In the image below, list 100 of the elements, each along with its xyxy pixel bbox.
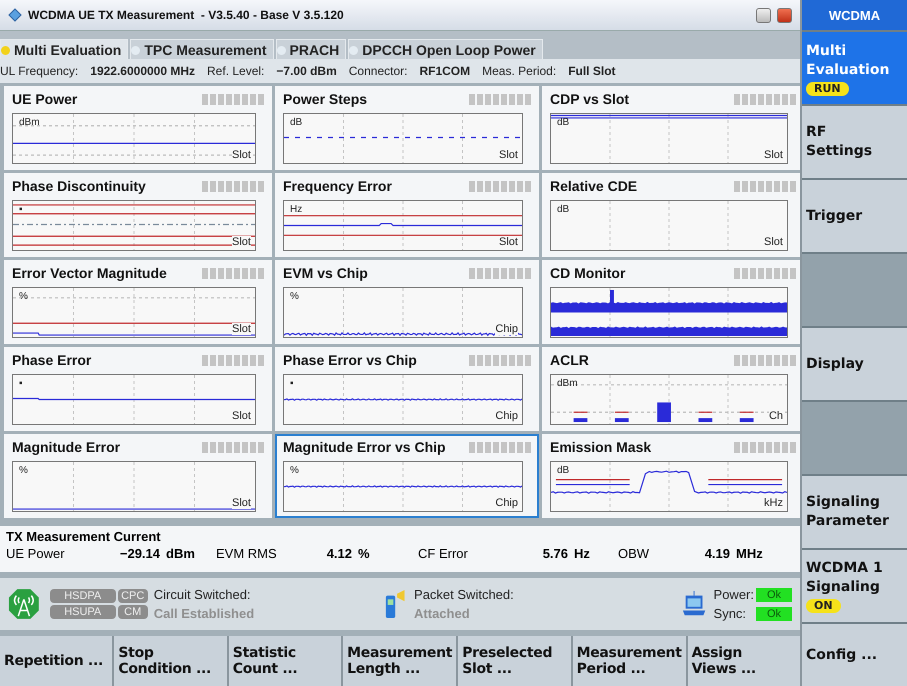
unit-label: dBm xyxy=(19,117,40,128)
info-value: RF1COM xyxy=(419,64,470,78)
packet-label: Packet Switched: xyxy=(414,587,515,602)
antenna-icon xyxy=(8,587,40,621)
info-label: UL Frequency: xyxy=(0,64,78,78)
tab[interactable]: PRACH xyxy=(276,39,346,60)
axis-label: Ch xyxy=(768,410,783,422)
softkey-button[interactable]: Measurement Period ... xyxy=(572,636,686,686)
panel-title: Emission Mask xyxy=(550,439,652,455)
status-blocks-icon xyxy=(469,180,531,192)
info-value: 1922.6000000 MHz xyxy=(90,64,196,78)
panel-title: Magnitude Error xyxy=(12,439,120,455)
status-blocks-icon xyxy=(202,442,264,452)
measurement-panel[interactable]: Phase Error ▪ Slot xyxy=(4,347,272,431)
measurement-panel[interactable]: Power Steps dB Slot xyxy=(275,86,539,170)
menu-key[interactable]: RF Settings xyxy=(802,106,907,178)
status-blocks-icon xyxy=(202,180,264,192)
info-label: Ref. Level: xyxy=(207,64,264,78)
measurement-panel[interactable]: Frequency Error Hz Slot xyxy=(275,173,539,257)
status-blocks-icon xyxy=(734,442,796,452)
axis-label: Slot xyxy=(232,323,251,335)
info-label: Connector: xyxy=(348,64,408,78)
status-blocks-icon xyxy=(469,268,531,278)
packet-state: Attached xyxy=(414,606,471,621)
menu-key[interactable]: WCDMA 1 Signaling ON xyxy=(802,550,907,622)
status-blocks-icon xyxy=(469,354,531,366)
unit-label: dBm xyxy=(557,378,578,389)
panel-title: EVM vs Chip xyxy=(283,265,368,281)
softkey-button[interactable]: Repetition ... xyxy=(0,636,112,686)
measurement-panel[interactable]: Magnitude Error % Slot xyxy=(4,434,272,518)
axis-label: Slot xyxy=(499,236,518,248)
mode-badge: CPC xyxy=(118,589,148,603)
axis-label: Slot xyxy=(232,410,251,422)
result-unit: % xyxy=(358,546,371,561)
result-unit: dBm xyxy=(166,546,196,561)
panel-title: Phase Error vs Chip xyxy=(283,352,417,368)
unit-label: % xyxy=(19,291,28,302)
unit-label: dB xyxy=(557,204,570,215)
unit-label: ▪ xyxy=(19,378,23,389)
axis-label: Slot xyxy=(232,149,251,161)
axis-label: Chip xyxy=(495,497,518,509)
tab[interactable]: DPCCH Open Loop Power xyxy=(348,39,543,60)
menu-key[interactable]: Multi Evaluation RUN xyxy=(802,32,907,104)
panel-title: Error Vector Magnitude xyxy=(12,265,167,281)
panel-title: CD Monitor xyxy=(550,265,626,281)
softkey-button[interactable]: Measurement Length ... xyxy=(343,636,456,686)
status-blocks-icon xyxy=(202,94,264,104)
status-blocks-icon xyxy=(734,94,796,104)
result-value: 5.76 xyxy=(542,546,569,561)
panel-title: Phase Discontinuity xyxy=(12,178,146,194)
panel-title: Frequency Error xyxy=(283,178,392,194)
measurement-panel[interactable]: Phase Discontinuity ▪ Slot xyxy=(4,173,272,257)
menu-key[interactable]: Signaling Parameter xyxy=(802,476,907,548)
tab[interactable]: Multi Evaluation xyxy=(0,39,128,60)
measurement-panel[interactable]: Phase Error vs Chip ▪ Chip xyxy=(275,347,539,431)
minimize-button[interactable] xyxy=(756,8,771,22)
measurement-panel[interactable]: UE Power dBm Slot xyxy=(4,86,272,170)
panel-title: Power Steps xyxy=(283,91,368,107)
mode-badge: HSDPA xyxy=(50,589,116,603)
measurement-panel[interactable]: Magnitude Error vs Chip % Chip xyxy=(275,434,539,518)
axis-label: Slot xyxy=(764,236,783,248)
unit-label: dB xyxy=(290,117,302,128)
state-badge: ON xyxy=(806,599,841,613)
state-badge: RUN xyxy=(806,82,849,96)
result-label: UE Power xyxy=(6,546,66,561)
softkey-button[interactable]: Assign Views ... xyxy=(688,636,800,686)
status-blocks-icon xyxy=(469,442,531,452)
axis-label: Slot xyxy=(499,149,518,161)
axis-label: Slot xyxy=(232,497,251,509)
unit-label: dB xyxy=(557,465,570,476)
mode-badge: CM xyxy=(118,605,148,619)
result-unit: MHz xyxy=(736,546,764,561)
panel-title: Magnitude Error vs Chip xyxy=(283,439,446,455)
circuit-label: Circuit Switched: xyxy=(154,587,252,602)
menu-key[interactable]: Trigger xyxy=(802,180,907,252)
unit-label: dB xyxy=(557,117,570,128)
softkey-button[interactable]: Stop Condition ... xyxy=(114,636,227,686)
panel-title: Relative CDE xyxy=(550,178,638,194)
measurement-panel[interactable]: Error Vector Magnitude % Slot xyxy=(4,260,272,344)
result-unit: Hz xyxy=(574,546,591,561)
panel-title: ACLR xyxy=(550,352,589,368)
panel-title: CDP vs Slot xyxy=(550,91,630,107)
app-icon xyxy=(8,8,22,22)
softkey-button[interactable]: Preselected Slot ... xyxy=(458,636,571,686)
info-value: −7.00 dBm xyxy=(276,64,337,78)
unit-label: % xyxy=(19,465,28,476)
softkey-button[interactable]: Statistic Count ... xyxy=(228,636,342,686)
indicator-label: Power: xyxy=(714,587,754,602)
menu-key[interactable]: Display xyxy=(802,328,907,400)
unit-label: % xyxy=(290,465,299,476)
config-button[interactable]: Config ... xyxy=(802,624,907,686)
indicator-label: Sync: xyxy=(714,606,748,621)
result-label: EVM RMS xyxy=(216,546,278,561)
tab[interactable]: TPC Measurement xyxy=(130,39,274,60)
result-label: CF Error xyxy=(418,546,469,561)
status-blocks-icon xyxy=(202,354,264,366)
status-blocks-icon xyxy=(469,94,531,104)
measurement-panel[interactable]: EVM vs Chip % Chip xyxy=(275,260,539,344)
axis-label: Chip xyxy=(495,323,518,335)
close-button[interactable] xyxy=(777,8,792,22)
